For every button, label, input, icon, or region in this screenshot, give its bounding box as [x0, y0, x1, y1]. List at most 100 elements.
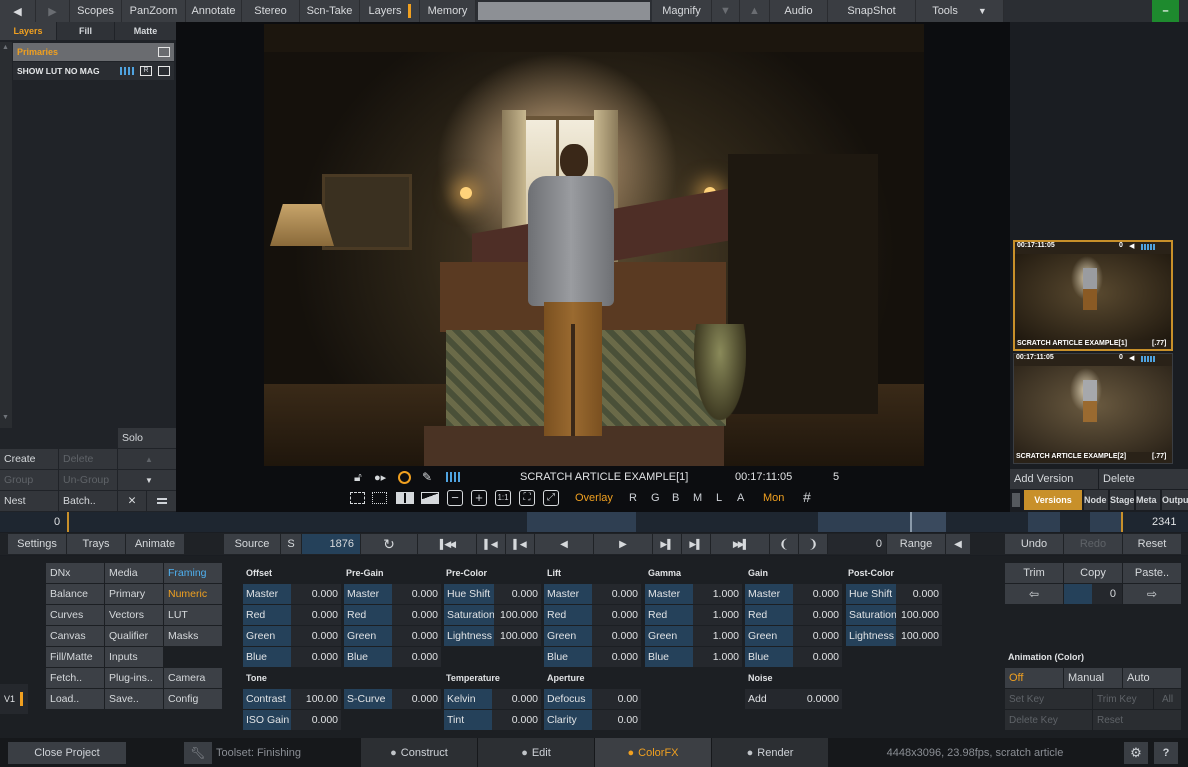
channel-r[interactable]: R [629, 492, 637, 504]
forward-button[interactable]: ▶ [36, 0, 70, 22]
menu-vectors[interactable]: Vectors [105, 605, 163, 625]
layers-scrollbar[interactable] [0, 42, 12, 428]
magnify-down-button[interactable]: ▼ [712, 0, 740, 22]
expand-icon[interactable]: ⤢ [543, 490, 559, 506]
all-button[interactable]: All [1154, 689, 1181, 709]
reset-button[interactable]: Reset [1123, 534, 1181, 554]
zoom-in-icon[interactable]: + [471, 490, 487, 506]
pregain-blue-value[interactable]: 0.000 [392, 647, 441, 667]
delete-button[interactable]: Delete [59, 449, 117, 469]
mark-out-button[interactable]: ❩ [799, 534, 827, 554]
nest-button[interactable]: Nest [0, 491, 58, 511]
menu-inputs[interactable]: Inputs [105, 647, 163, 667]
channel-b[interactable]: B [672, 492, 679, 504]
go-end-button[interactable]: ▶▶▌ [711, 534, 769, 554]
pregain-red-value[interactable]: 0.000 [392, 605, 441, 625]
postcolor-saturation-value[interactable]: 100.000 [896, 605, 942, 625]
scroll-up-icon[interactable]: ▲ [2, 44, 9, 51]
tab-versions[interactable]: Versions [1024, 490, 1082, 510]
menu-scntake[interactable]: Scn-Take [300, 0, 360, 22]
settings-gear-button[interactable]: ⚙ [1124, 742, 1148, 764]
tab-colorfx[interactable]: ● ColorFX [595, 738, 711, 767]
offset-master-value[interactable]: 0.000 [291, 584, 341, 604]
solo-button[interactable]: Solo [118, 428, 176, 448]
channel-l[interactable]: L [716, 492, 722, 504]
menu-qualifier[interactable]: Qualifier [105, 626, 163, 646]
anim-auto-button[interactable]: Auto [1123, 668, 1181, 688]
layer-menu-button[interactable] [147, 491, 176, 511]
menu-audio[interactable]: Audio [770, 0, 828, 22]
precolor-saturation-value[interactable]: 100.000 [494, 605, 541, 625]
group-row-primaries[interactable]: Primaries [13, 43, 174, 61]
video-frame[interactable] [264, 24, 924, 466]
menu-media[interactable]: Media [105, 563, 163, 583]
tab-stage[interactable]: Stage [1110, 490, 1134, 510]
menu-config[interactable]: Config [164, 689, 222, 709]
menu-panzoom[interactable]: PanZoom [122, 0, 186, 22]
tab-matte[interactable]: Matte [115, 22, 176, 40]
globe-icon[interactable] [398, 470, 411, 484]
tone-scurve-value[interactable]: 0.000 [392, 689, 441, 709]
close-layer-button[interactable]: ✕ [118, 491, 146, 511]
play-button[interactable]: ▶ [594, 534, 652, 554]
menu-memory[interactable]: Memory [420, 0, 476, 22]
channel-a[interactable]: A [737, 492, 744, 504]
menu-lut[interactable]: LUT [164, 605, 222, 625]
pregain-green-value[interactable]: 0.000 [392, 626, 441, 646]
menu-numeric[interactable]: Numeric [164, 584, 222, 604]
lift-green-value[interactable]: 0.000 [592, 626, 641, 646]
mon-toggle[interactable]: Mon [763, 492, 784, 504]
lift-red-value[interactable]: 0.000 [592, 605, 641, 625]
gamma-red-value[interactable]: 1.000 [693, 605, 742, 625]
menu-scopes[interactable]: Scopes [70, 0, 122, 22]
batch-button[interactable]: Batch.. [59, 491, 117, 511]
prev-frame-button[interactable]: ▌◀ [506, 534, 534, 554]
settings-button[interactable]: Settings [8, 534, 66, 554]
precolor-hueshift-value[interactable]: 0.000 [494, 584, 541, 604]
gamma-blue-value[interactable]: 1.000 [693, 647, 742, 667]
back-button[interactable]: ◀ [0, 0, 36, 22]
gain-blue-value[interactable]: 0.000 [793, 647, 842, 667]
minimize-button[interactable]: – [1152, 0, 1180, 22]
copy-button[interactable]: Copy [1064, 563, 1122, 583]
create-button[interactable]: Create [0, 449, 58, 469]
postcolor-hueshift-value[interactable]: 0.000 [896, 584, 942, 604]
anim-off-button[interactable]: Off [1005, 668, 1063, 688]
menu-snapshot[interactable]: SnapShot [828, 0, 916, 22]
move-down-button[interactable]: ▼ [118, 470, 176, 490]
menu-dnx[interactable]: DNx [46, 563, 104, 583]
temperature-tint-value[interactable]: 0.000 [492, 710, 541, 730]
channel-g[interactable]: G [651, 492, 660, 504]
one-to-one-icon[interactable]: 1:1 [495, 490, 511, 506]
layer-view-icon[interactable] [158, 66, 170, 76]
pregain-master-value[interactable]: 0.000 [392, 584, 441, 604]
toolset-icon-button[interactable]: 🔧︎ [184, 742, 212, 764]
camera-icon[interactable]: ●▸ [374, 471, 386, 484]
reset-key-button[interactable]: Reset [1093, 710, 1181, 730]
memory-slot-field[interactable] [478, 2, 650, 20]
tab-output[interactable]: Output [1162, 490, 1188, 510]
wipe-icon[interactable] [421, 492, 439, 504]
next-frame-button[interactable]: ▶▌ [653, 534, 681, 554]
gamma-green-value[interactable]: 1.000 [693, 626, 742, 646]
menu-masks[interactable]: Masks [164, 626, 222, 646]
anim-manual-button[interactable]: Manual [1064, 668, 1122, 688]
redo-button[interactable]: Redo [1064, 534, 1122, 554]
layer-r-badge[interactable]: R [140, 66, 152, 76]
set-key-button[interactable]: Set Key [1005, 689, 1092, 709]
offset-blue-value[interactable]: 0.000 [291, 647, 341, 667]
menu-fill-matte[interactable]: Fill/Matte [46, 647, 104, 667]
trays-button[interactable]: Trays [67, 534, 125, 554]
play-reverse-button[interactable]: ◀ [535, 534, 593, 554]
menu-fetch[interactable]: Fetch.. [46, 668, 104, 688]
tab-fill[interactable]: Fill [57, 22, 114, 40]
trim-button[interactable]: Trim [1005, 563, 1063, 583]
lift-master-value[interactable]: 0.000 [592, 584, 641, 604]
tab-render[interactable]: ● Render [712, 738, 828, 767]
tab-construct[interactable]: ● Construct [361, 738, 477, 767]
noise-add-value[interactable]: 0.0000 [793, 689, 842, 709]
aperture-clarity-value[interactable]: 0.00 [592, 710, 641, 730]
menu-primary[interactable]: Primary [105, 584, 163, 604]
next-mark-button[interactable]: ▶▌ [682, 534, 710, 554]
delete-version-button[interactable]: Delete [1099, 469, 1188, 489]
